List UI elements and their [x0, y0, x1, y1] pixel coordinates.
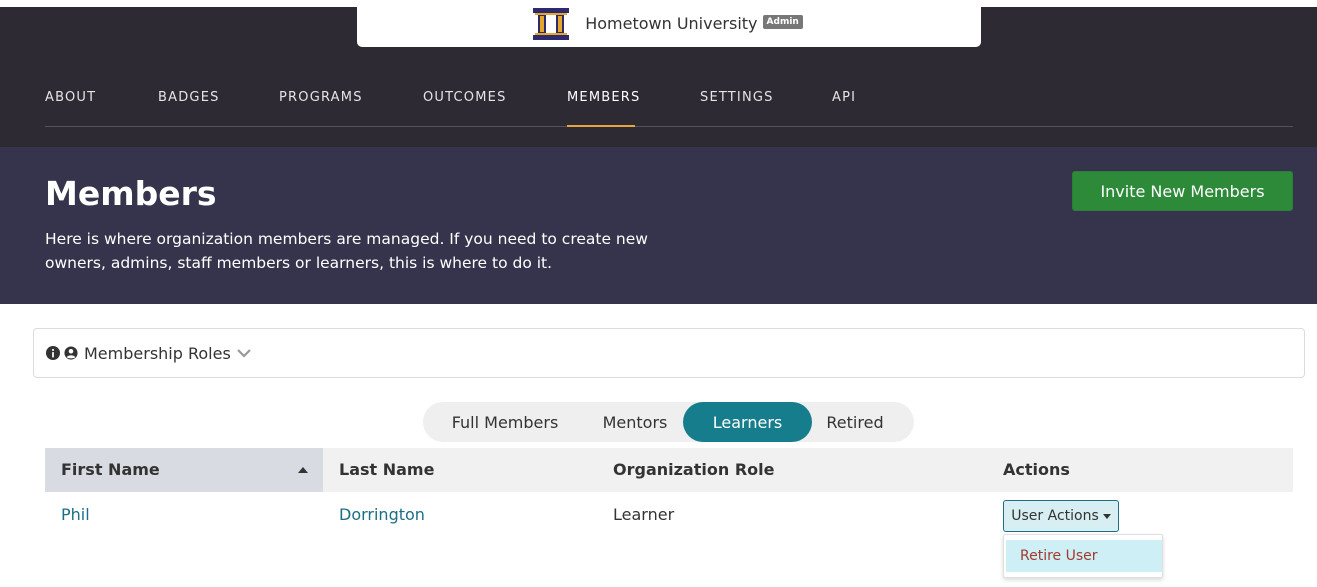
nav-item-settings[interactable]: SETTINGS	[700, 90, 774, 105]
info-circle-icon	[46, 346, 60, 360]
nav-item-outcomes[interactable]: OUTCOMES	[423, 90, 507, 105]
member-type-tabs: Full Members Mentors Learners Retired	[423, 402, 914, 442]
tab-full-members[interactable]: Full Members	[435, 402, 575, 442]
pillar-building-icon	[533, 7, 570, 40]
column-header-actions: Actions	[1003, 460, 1070, 479]
first-name-link[interactable]: Phil	[61, 505, 90, 524]
top-navigation: Hometown University Admin ABOUT BADGES P…	[0, 0, 1317, 147]
membership-roles-accordion[interactable]: Membership Roles	[33, 328, 1305, 378]
retire-user-menu-item[interactable]: Retire User	[1006, 540, 1162, 572]
page-title: Members	[45, 174, 217, 213]
column-header-first-name[interactable]: First Name	[61, 460, 160, 479]
organization-name: Hometown University	[585, 14, 758, 33]
invite-new-members-button[interactable]: Invite New Members	[1072, 171, 1293, 211]
organization-card[interactable]: Hometown University Admin	[357, 0, 981, 47]
tab-mentors[interactable]: Mentors	[585, 402, 685, 442]
user-circle-icon	[64, 346, 78, 360]
active-nav-indicator	[567, 125, 635, 127]
caret-down-icon	[1102, 513, 1111, 519]
user-actions-menu: Retire User	[1003, 534, 1163, 578]
user-actions-label: User Actions	[1011, 508, 1099, 524]
page-description: Here is where organization members are m…	[45, 230, 648, 272]
column-header-organization-role[interactable]: Organization Role	[613, 460, 774, 479]
chevron-down-icon	[237, 349, 251, 358]
nav-item-members[interactable]: MEMBERS	[567, 90, 640, 105]
organization-role-value: Learner	[613, 505, 675, 524]
nav-item-about[interactable]: ABOUT	[45, 90, 96, 105]
column-header-last-name[interactable]: Last Name	[339, 460, 434, 479]
tab-retired[interactable]: Retired	[815, 402, 895, 442]
nav-item-programs[interactable]: PROGRAMS	[279, 90, 363, 105]
admin-badge: Admin	[762, 14, 803, 29]
last-name-link[interactable]: Dorrington	[339, 505, 425, 524]
nav-item-badges[interactable]: BADGES	[158, 90, 220, 105]
tab-learners[interactable]: Learners	[683, 402, 812, 442]
main-nav: ABOUT BADGES PROGRAMS OUTCOMES MEMBERS S…	[45, 70, 1293, 127]
table-header: First Name Last Name Organization Role A…	[45, 448, 1293, 492]
page-header: Members Here is where organization membe…	[0, 147, 1317, 304]
nav-item-api[interactable]: API	[832, 90, 856, 105]
membership-roles-label: Membership Roles	[84, 343, 231, 363]
user-actions-button[interactable]: User Actions	[1003, 500, 1119, 532]
sort-ascending-icon[interactable]	[298, 467, 308, 473]
